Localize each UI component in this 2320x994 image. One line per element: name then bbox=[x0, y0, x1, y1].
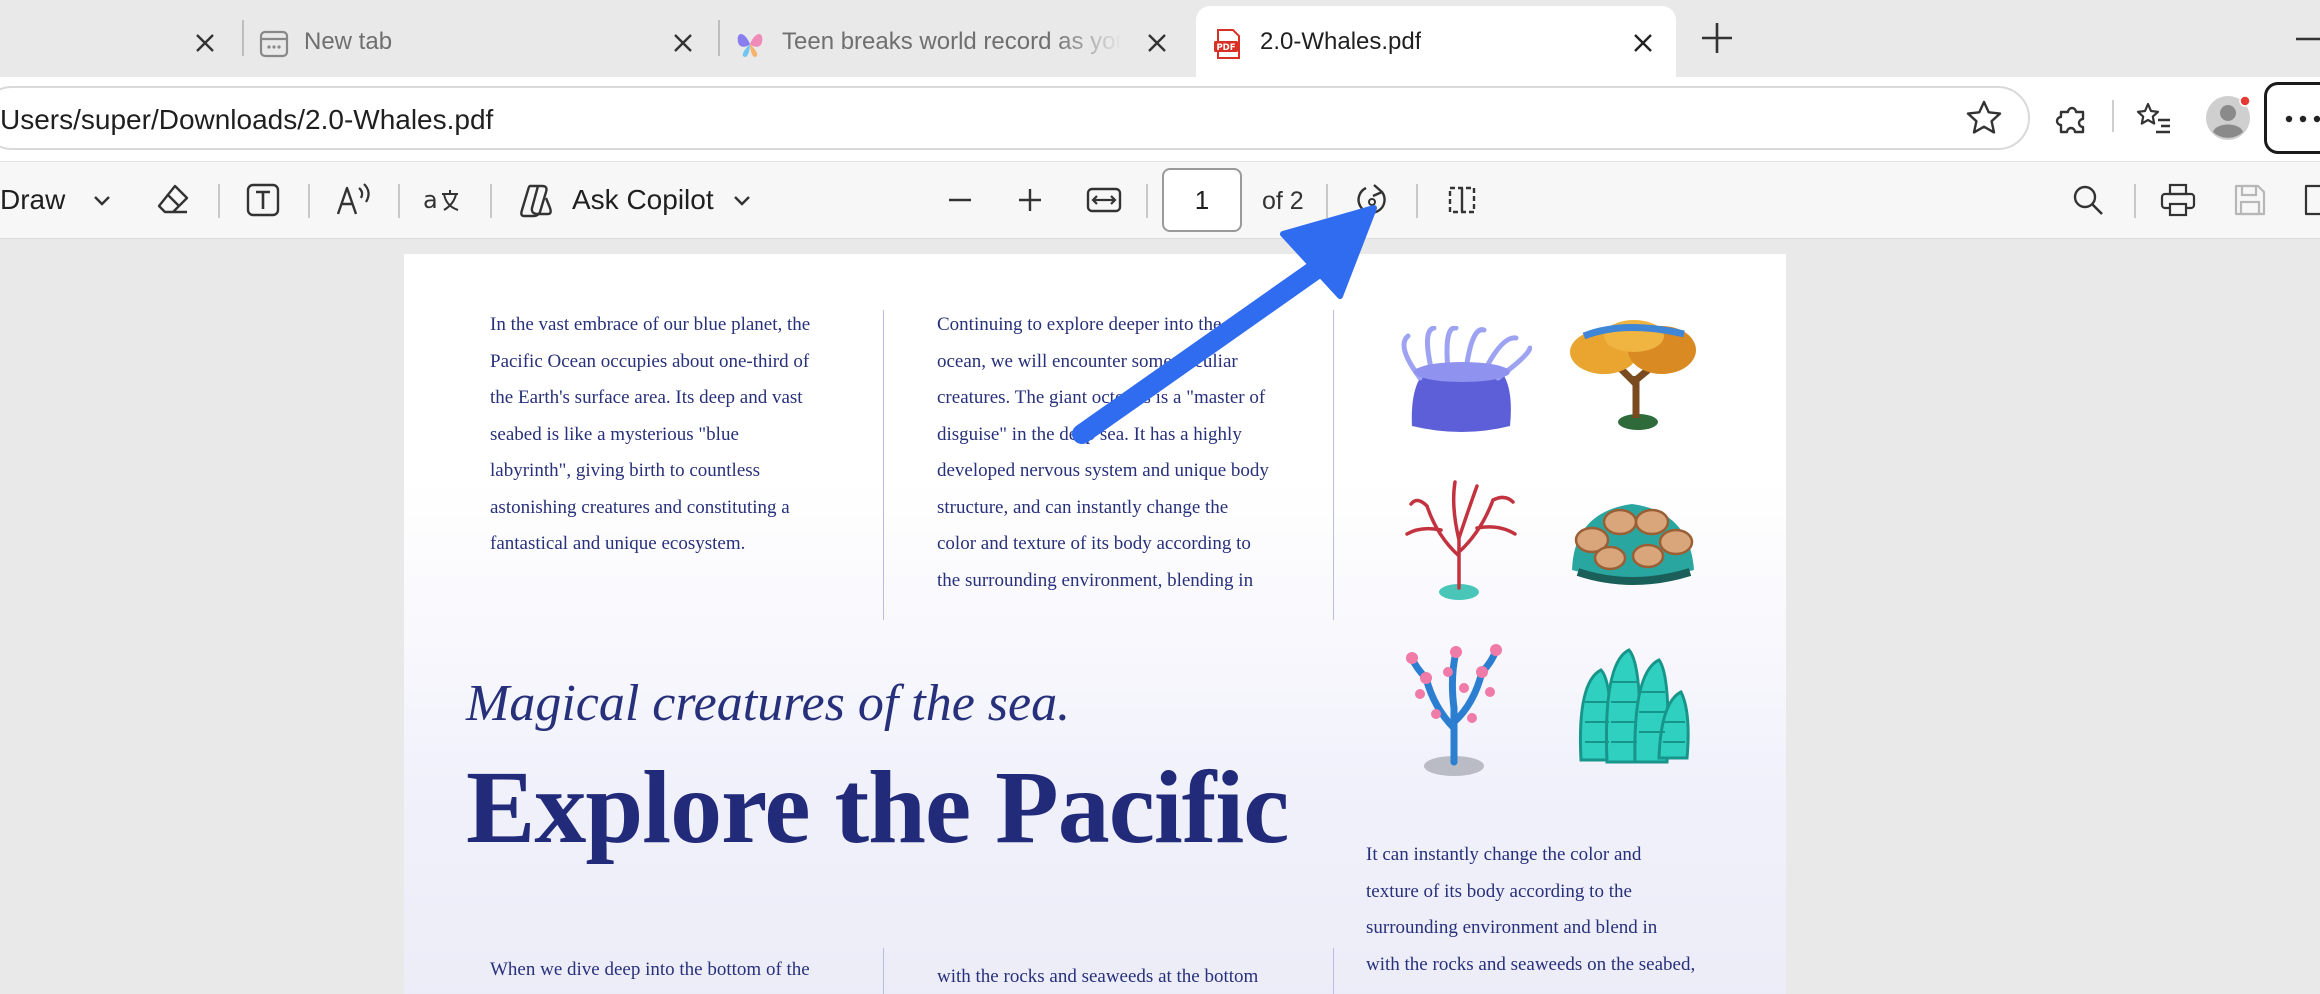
tab-title: New tab bbox=[304, 27, 393, 55]
text-line: It can instantly change the color and bbox=[1366, 844, 1642, 865]
new-tab-plus-icon[interactable] bbox=[1700, 21, 1734, 55]
page-number-input[interactable]: 1 bbox=[1162, 168, 1242, 232]
pdf-icon-label: PDF bbox=[1216, 43, 1235, 53]
read-aloud-icon[interactable] bbox=[334, 180, 374, 220]
coral-teal-tube-image bbox=[1578, 648, 1690, 764]
toolbar-separator bbox=[490, 184, 492, 218]
page-headline: Explore the Pacific bbox=[466, 750, 1289, 865]
text-line: labyrinth", giving birth to countless bbox=[490, 460, 761, 481]
text-line: surrounding environment and blend in bbox=[1366, 917, 1658, 938]
eraser-icon[interactable] bbox=[153, 180, 193, 220]
text-line: developed nervous system and unique body bbox=[937, 460, 1269, 481]
toolbar-separator bbox=[2134, 184, 2136, 218]
chevron-down-icon[interactable] bbox=[722, 180, 762, 220]
text-line: structure, and can instantly change the bbox=[937, 496, 1229, 518]
text-box-icon[interactable] bbox=[243, 180, 283, 220]
text-line: the Earth's surface area. Its deep and v… bbox=[490, 387, 803, 408]
chevron-down-icon[interactable] bbox=[82, 180, 122, 220]
coral-brain-cluster-image bbox=[1572, 504, 1694, 585]
address-bar[interactable]: Users/super/Downloads/2.0-Whales.pdf bbox=[0, 86, 2030, 150]
tab-active-pdf[interactable]: PDF 2.0-Whales.pdf bbox=[1196, 6, 1676, 77]
page-subtitle: Magical creatures of the sea. bbox=[466, 675, 1071, 732]
text-line: with the rocks and seaweeds on the seabe… bbox=[1366, 953, 1696, 975]
ask-copilot-label[interactable]: Ask Copilot bbox=[572, 184, 714, 216]
svg-text:a: a bbox=[423, 186, 438, 214]
search-icon[interactable] bbox=[2068, 180, 2108, 220]
text-line: Continuing to explore deeper into the bbox=[937, 314, 1222, 335]
close-icon[interactable] bbox=[1632, 32, 1654, 54]
column-divider bbox=[1333, 948, 1334, 994]
toolbar-separator bbox=[1146, 184, 1148, 218]
column-divider bbox=[1333, 310, 1334, 620]
copilot-icon[interactable] bbox=[516, 180, 556, 220]
close-icon[interactable] bbox=[194, 32, 216, 54]
zoom-out-icon[interactable] bbox=[940, 180, 980, 220]
text-column-2: Continuing to explore deeper into the oc… bbox=[937, 307, 1337, 599]
close-icon[interactable] bbox=[672, 32, 694, 54]
text-line: fantastical and unique ecosystem. bbox=[490, 533, 746, 554]
text-column-1: In the vast embrace of our blue planet, … bbox=[490, 307, 870, 563]
text-line: ocean, we will encounter some peculiar bbox=[937, 350, 1238, 372]
tab-new-tab[interactable]: New tab bbox=[244, 6, 720, 77]
translate-icon[interactable]: a bbox=[422, 180, 462, 220]
tab-strip: New tab Teen breaks world record as youn… bbox=[0, 0, 2320, 77]
navigation-bar: Users/super/Downloads/2.0-Whales.pdf bbox=[0, 77, 2320, 161]
text-line: disguise" in the deep sea. It has a high… bbox=[937, 423, 1242, 445]
copilot-butterfly-icon bbox=[737, 34, 763, 57]
coral-orange-tree-image bbox=[1570, 320, 1696, 430]
pdf-canvas[interactable]: In the vast embrace of our blue planet, … bbox=[0, 239, 2320, 994]
tab-title: 2.0-Whales.pdf bbox=[1260, 27, 1422, 55]
pdf-file-icon: PDF bbox=[1214, 29, 1240, 59]
text-line: the surrounding environment, blending in bbox=[937, 569, 1254, 591]
tab-news-article[interactable]: Teen breaks world record as young bbox=[720, 6, 1196, 77]
coral-red-fan-image bbox=[1405, 480, 1517, 600]
toolbar-separator bbox=[308, 184, 310, 218]
column-divider bbox=[883, 948, 884, 994]
text-line: color and texture of its body according … bbox=[937, 533, 1251, 554]
close-icon[interactable] bbox=[1146, 32, 1168, 54]
text-line: texture of its body according to the bbox=[1366, 880, 1632, 902]
save-icon[interactable] bbox=[2230, 180, 2270, 220]
profile-avatar-icon[interactable] bbox=[2204, 94, 2252, 142]
coral-pink-branch-image bbox=[1406, 644, 1502, 776]
more-dots-icon bbox=[2285, 115, 2320, 123]
page-view-icon[interactable] bbox=[1442, 180, 1482, 220]
draw-label[interactable]: Draw bbox=[0, 184, 65, 216]
toolbar-separator bbox=[1416, 184, 1418, 218]
tab-title: Teen breaks world record as young bbox=[782, 27, 1122, 55]
favorites-icon[interactable] bbox=[2134, 98, 2174, 138]
page-total-label: of 2 bbox=[1262, 187, 1304, 215]
new-tab-icon bbox=[259, 30, 289, 58]
pdf-page: In the vast embrace of our blue planet, … bbox=[404, 254, 1786, 994]
text-line: creatures. The giant octopus is a "maste… bbox=[937, 387, 1266, 408]
text-line: astonishing creatures and constituting a bbox=[490, 496, 790, 518]
toolbar-separator bbox=[2112, 100, 2114, 132]
zoom-in-icon[interactable] bbox=[1010, 180, 1050, 220]
settings-more-button[interactable] bbox=[2264, 82, 2320, 154]
fit-to-width-icon[interactable] bbox=[1084, 180, 1124, 220]
extensions-puzzle-icon[interactable] bbox=[2053, 98, 2093, 138]
minimize-icon[interactable] bbox=[2294, 24, 2320, 54]
toolbar-separator bbox=[1326, 184, 1328, 218]
save-as-icon[interactable] bbox=[2300, 180, 2320, 220]
toolbar-separator bbox=[398, 184, 400, 218]
tab-0[interactable] bbox=[0, 6, 242, 77]
text-line: In the vast embrace of our blue planet, … bbox=[490, 314, 811, 335]
text-line: seabed is like a mysterious "blue bbox=[490, 423, 739, 445]
bottom-text-column-1: When we dive deep into the bottom of the bbox=[490, 952, 870, 989]
text-line: When we dive deep into the bottom of the bbox=[490, 959, 810, 980]
text-line: Pacific Ocean occupies about one-third o… bbox=[490, 350, 810, 372]
print-icon[interactable] bbox=[2158, 180, 2198, 220]
text-line: with the rocks and seaweeds at the botto… bbox=[937, 966, 1259, 987]
rotate-icon[interactable] bbox=[1352, 180, 1392, 220]
column-divider bbox=[883, 310, 884, 620]
bottom-text-column-2: with the rocks and seaweeds at the botto… bbox=[937, 959, 1337, 994]
toolbar-separator bbox=[218, 184, 220, 218]
text-column-3: It can instantly change the color and te… bbox=[1366, 837, 1766, 983]
pdf-toolbar: Draw a Ask Copilot 1 of 2 bbox=[0, 161, 2320, 239]
address-url[interactable]: Users/super/Downloads/2.0-Whales.pdf bbox=[0, 104, 493, 136]
favorite-star-icon[interactable] bbox=[1964, 98, 2004, 138]
sea-anemone-purple-image bbox=[1401, 326, 1532, 432]
